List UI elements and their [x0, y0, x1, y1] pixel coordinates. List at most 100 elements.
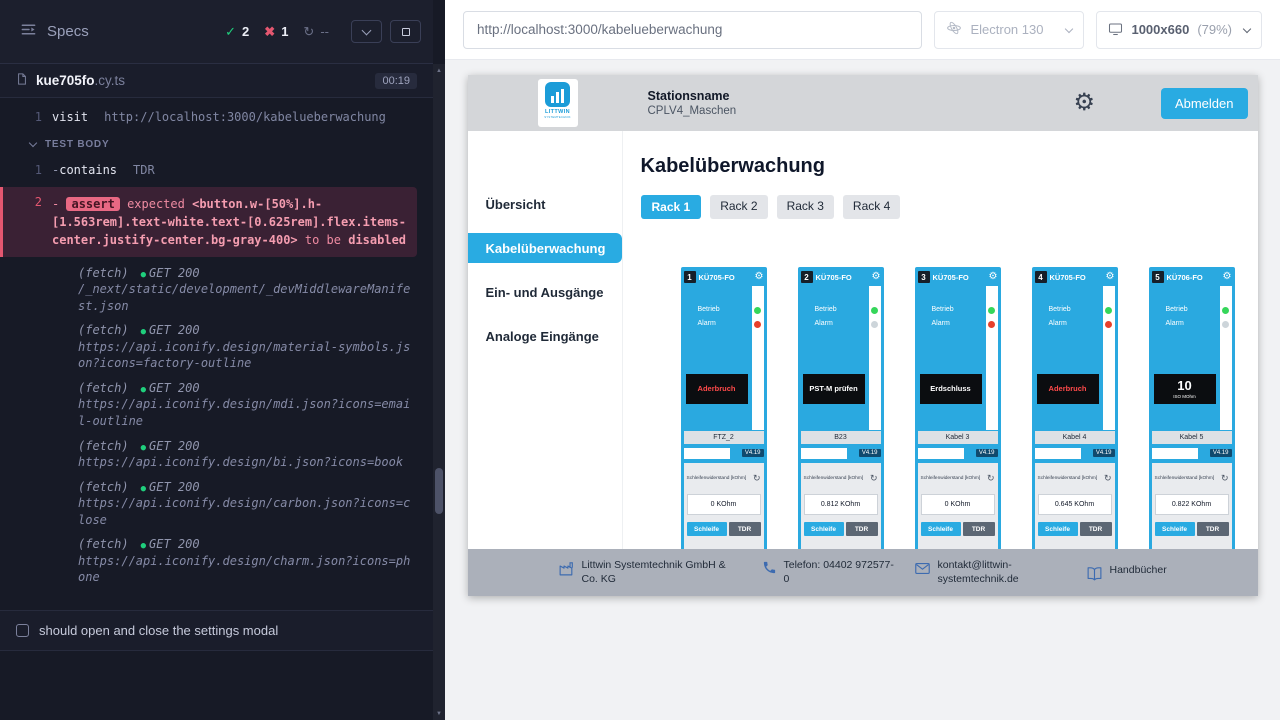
check-icon: ✓: [225, 24, 236, 40]
tdr-button[interactable]: TDR: [963, 522, 995, 536]
sidebar-item-ein-und-ausgänge[interactable]: Ein- und Ausgänge: [468, 277, 622, 307]
browser-toolbar: http://localhost:3000/kabelueberwachung …: [445, 0, 1280, 60]
device-settings-gear-icon[interactable]: ⚙: [872, 272, 881, 282]
tdr-button[interactable]: TDR: [1080, 522, 1112, 536]
viewport-size: 1000x660: [1131, 22, 1189, 37]
cable-name-field[interactable]: Kabel 4: [1035, 431, 1115, 444]
logout-button[interactable]: Abmelden: [1161, 88, 1248, 119]
reporter-controls: [351, 20, 421, 43]
tab-rack-3[interactable]: Rack 3: [777, 195, 834, 219]
status-text: PST-M prüfen: [807, 385, 859, 393]
device-settings-gear-icon[interactable]: ⚙: [1106, 272, 1115, 282]
fetch-log-entry[interactable]: (fetch)●GET 200https://api.iconify.desig…: [78, 438, 417, 471]
loop-resistance-value: 0.645 KOhm: [1038, 494, 1112, 515]
assert-error-message: - assert expected <button.w-[50%].h-[1.5…: [52, 195, 407, 249]
chevron-down-icon: [362, 25, 372, 35]
cable-name-field[interactable]: Kabel 3: [918, 431, 998, 444]
viewport-zoom: (79%): [1197, 22, 1232, 37]
refresh-icon[interactable]: ↻: [870, 474, 878, 483]
command-number: 1: [0, 109, 52, 126]
refresh-icon[interactable]: ↻: [1104, 474, 1112, 483]
sidebar-item-kabelüberwachung[interactable]: Kabelüberwachung: [468, 233, 622, 263]
loop-resistance-label: Schleifenwiderstand [kOhm]: [687, 476, 747, 481]
spec-duration: 00:19: [375, 73, 417, 89]
refresh-icon[interactable]: ↻: [987, 474, 995, 483]
tab-rack-1[interactable]: Rack 1: [641, 195, 702, 219]
stop-run-button[interactable]: [390, 20, 421, 43]
firmware-version: V4.19: [1210, 449, 1232, 457]
command-visit[interactable]: 1 visithttp://localhost:3000/kabelueberw…: [0, 106, 433, 129]
tdr-button[interactable]: TDR: [846, 522, 878, 536]
cable-name-field[interactable]: B23: [801, 431, 881, 444]
device-model: KÜ706-FO: [1167, 273, 1220, 282]
footer-item-book: Handbücher: [1086, 564, 1167, 582]
fetch-log-entry[interactable]: (fetch)●GET 200https://api.iconify.desig…: [78, 479, 417, 529]
fetch-log-entry[interactable]: (fetch)●GET 200https://api.iconify.desig…: [78, 536, 417, 586]
betrieb-label: Betrieb: [1049, 306, 1071, 313]
tab-rack-2[interactable]: Rack 2: [710, 195, 767, 219]
fetch-log-entry[interactable]: (fetch)●GET 200/_next/static/development…: [78, 265, 417, 315]
cypress-reporter: Specs ✓2 ✖1 ↻-- kue705fo.cy.ts 00:19 1 v…: [0, 0, 433, 720]
schleife-button[interactable]: Schleife: [1038, 522, 1078, 536]
test-body-toggle[interactable]: TEST BODY: [0, 129, 433, 159]
viewport-icon: [1108, 21, 1123, 39]
device-settings-gear-icon[interactable]: ⚙: [1223, 272, 1232, 282]
viewport-selector[interactable]: 1000x660 (79%): [1096, 11, 1262, 49]
cable-name-field[interactable]: FTZ_2: [684, 431, 764, 444]
browser-name: Electron 130: [970, 22, 1043, 37]
collapse-all-button[interactable]: [351, 20, 382, 43]
scroll-down-arrow[interactable]: ▼: [433, 707, 445, 720]
fetch-url: https://api.iconify.design/mdi.json?icon…: [78, 396, 417, 429]
fetch-log-entry[interactable]: (fetch)●GET 200https://api.iconify.desig…: [78, 322, 417, 372]
app-footer: Littwin Systemtechnik GmbH & Co. KGTelef…: [468, 549, 1258, 596]
status-dot-icon: ●: [141, 327, 146, 337]
schleife-button[interactable]: Schleife: [687, 522, 727, 536]
tab-rack-4[interactable]: Rack 4: [843, 195, 900, 219]
device-model: KÜ705-FO: [933, 273, 986, 282]
fetch-status: GET 200: [149, 266, 200, 280]
fetch-log-entry[interactable]: (fetch)●GET 200https://api.iconify.desig…: [78, 380, 417, 430]
spare-field: [918, 448, 964, 459]
chevron-down-icon: [1065, 24, 1073, 32]
url-input[interactable]: http://localhost:3000/kabelueberwachung: [463, 11, 922, 49]
schleife-button[interactable]: Schleife: [1155, 522, 1195, 536]
settings-gear-icon[interactable]: ⚙: [1073, 91, 1095, 115]
browser-selector[interactable]: Electron 130: [934, 11, 1084, 49]
phone-icon: [762, 560, 777, 575]
device-number: 1: [684, 271, 696, 283]
schleife-button[interactable]: Schleife: [804, 522, 844, 536]
alarm-led: [988, 321, 995, 328]
betrieb-led: [871, 307, 878, 314]
schleife-button[interactable]: Schleife: [921, 522, 961, 536]
failed-assert-command[interactable]: 2 - assert expected <button.w-[50%].h-[1…: [0, 187, 417, 257]
app-under-test: LITTWIN SYSTEMTECHNIK Stationsname CPLV4…: [468, 75, 1258, 596]
spec-file-row[interactable]: kue705fo.cy.ts 00:19: [0, 64, 433, 98]
spare-field: [1152, 448, 1198, 459]
next-test-row[interactable]: should open and close the settings modal: [0, 610, 433, 651]
cable-name-field[interactable]: Kabel 5: [1152, 431, 1232, 444]
device-settings-gear-icon[interactable]: ⚙: [755, 272, 764, 282]
led-strip: [1220, 286, 1232, 430]
tdr-button[interactable]: TDR: [729, 522, 761, 536]
sidebar-item-analoge-eingänge[interactable]: Analoge Eingänge: [468, 321, 622, 351]
url-text: http://localhost:3000/kabelueberwachung: [477, 22, 722, 37]
device-settings-gear-icon[interactable]: ⚙: [989, 272, 998, 282]
fetch-status: GET 200: [149, 480, 200, 494]
station-value: CPLV4_Maschen: [648, 105, 737, 117]
scrollbar-track[interactable]: [433, 77, 445, 707]
tdr-button[interactable]: TDR: [1197, 522, 1229, 536]
reporter-scrollbar[interactable]: ▲ ▼: [433, 0, 445, 720]
status-text: Aderbruch: [1047, 385, 1089, 393]
device-card-1: 1KÜ705-FO⚙BetriebAlarmAderbruchFTZ_2V4.1…: [681, 267, 767, 549]
aut-stage: LITTWIN SYSTEMTECHNIK Stationsname CPLV4…: [445, 60, 1280, 720]
scrollbar-thumb[interactable]: [435, 468, 443, 514]
fetch-status: GET 200: [149, 323, 200, 337]
sidebar-item-übersicht[interactable]: Übersicht: [468, 189, 622, 219]
specs-menu[interactable]: Specs: [20, 21, 89, 42]
led-strip: [1103, 286, 1115, 430]
refresh-icon[interactable]: ↻: [1221, 474, 1229, 483]
app-main: Kabelüberwachung Rack 1Rack 2Rack 3Rack …: [623, 131, 1258, 549]
refresh-icon[interactable]: ↻: [753, 474, 761, 483]
scroll-up-arrow[interactable]: ▲: [433, 64, 445, 77]
command-contains[interactable]: 1 -containsTDR: [0, 159, 433, 182]
